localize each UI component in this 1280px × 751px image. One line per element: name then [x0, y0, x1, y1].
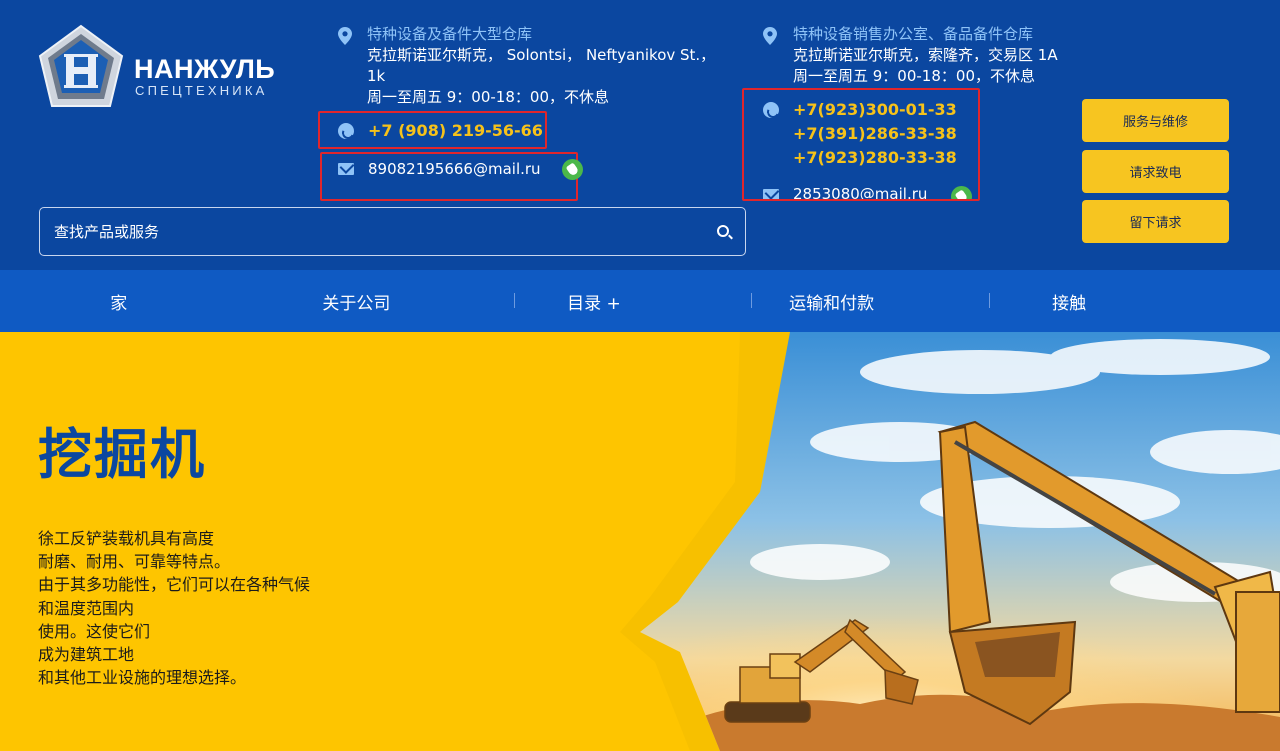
warehouse-address-line1: 克拉斯诺亚尔斯克， Solontsi， Neftyanikov St.， — [367, 46, 716, 64]
search-bar — [39, 207, 746, 256]
sales-office-title: 特种设备销售办公室、备品备件仓库 — [793, 25, 1034, 43]
hero-description: 徐工反铲装载机具有高度 耐磨、耐用、可靠等特点。 由于其多功能性，它们可以在各种… — [38, 527, 368, 689]
mail-icon — [338, 163, 354, 175]
location-pin-icon — [763, 27, 777, 45]
nav-divider — [989, 293, 990, 308]
sales-phone-link-1[interactable]: +7(923)300-01-33 — [793, 98, 957, 122]
sales-phone-link-3[interactable]: +7(923)280-33-38 — [793, 146, 957, 170]
nav-about[interactable]: 关于公司 — [238, 270, 476, 332]
warehouse-hours: 周一至周五 9：00-18：00，不休息 — [367, 88, 609, 106]
sales-email-link[interactable]: 2853080@mail.ru — [793, 185, 927, 199]
sales-office-address: 特种设备销售办公室、备品备件仓库 克拉斯诺亚尔斯克，索隆齐，交易区 1A 周一至… — [793, 24, 1133, 87]
warehouse-title: 特种设备及备件大型仓库 — [367, 25, 533, 43]
hero-description-line: 成为建筑工地 — [38, 645, 135, 665]
main-nav: 家 关于公司 目录 + 运输和付款 接触 — [0, 270, 1280, 332]
logo-name: НАНЖУЛЬ — [134, 54, 276, 84]
mail-icon — [763, 189, 779, 199]
warehouse-address-line2: 1k — [367, 67, 386, 85]
nav-delivery[interactable]: 运输和付款 — [713, 270, 951, 332]
hero-description-line: 由于其多功能性，它们可以在各种气候 — [38, 575, 311, 595]
whatsapp-icon[interactable] — [951, 186, 972, 199]
nav-contacts[interactable]: 接触 — [950, 270, 1188, 332]
phone-icon — [338, 123, 354, 139]
search-icon[interactable] — [717, 225, 729, 237]
nav-divider — [514, 293, 515, 308]
warehouse-phone-link[interactable]: +7 (908) 219-56-66 — [368, 119, 543, 143]
hero-title: 挖掘机 — [38, 423, 206, 486]
leave-request-button[interactable]: 留下请求 — [1082, 200, 1229, 243]
search-input[interactable] — [54, 208, 694, 255]
nav-divider — [751, 293, 752, 308]
logo-badge-icon — [38, 24, 124, 107]
request-callback-button[interactable]: 请求致电 — [1082, 150, 1229, 193]
site-header: НАНЖУЛЬ СПЕЦТЕХНИКА 特种设备及备件大型仓库 克拉斯诺亚尔斯克… — [0, 0, 1280, 270]
hero-description-line: 使用。这使它们 — [38, 621, 151, 641]
sales-office-hours: 周一至周五 9：00-18：00，不休息 — [793, 67, 1035, 85]
hero-description-line: 和其他工业设施的理想选择。 — [38, 668, 247, 688]
phone-icon — [763, 102, 779, 118]
whatsapp-icon[interactable] — [562, 159, 583, 180]
hero-description-line: 徐工反铲装载机具有高度 — [38, 529, 215, 548]
nav-home[interactable]: 家 — [0, 270, 238, 332]
service-repair-button[interactable]: 服务与维修 — [1082, 99, 1229, 142]
sales-office-address-line: 克拉斯诺亚尔斯克，索隆齐，交易区 1A — [793, 46, 1058, 64]
sales-email-row: 2853080@mail.ru — [760, 183, 978, 199]
warehouse-address: 特种设备及备件大型仓库 克拉斯诺亚尔斯克， Solontsi， Neftyani… — [367, 24, 737, 108]
warehouse-email-link[interactable]: 89082195666@mail.ru — [368, 160, 541, 178]
company-logo[interactable]: НАНЖУЛЬ СПЕЦТЕХНИКА — [38, 24, 288, 110]
nav-catalog[interactable]: 目录 + — [475, 270, 713, 332]
hero-description-line: 耐磨、耐用、可靠等特点。 — [38, 552, 231, 572]
location-pin-icon — [338, 27, 352, 45]
logo-subtitle: СПЕЦТЕХНИКА — [135, 83, 268, 98]
hero-banner: 挖掘机 徐工反铲装载机具有高度 耐磨、耐用、可靠等特点。 由于其多功能性，它们可… — [0, 332, 1280, 751]
hero-description-line: 和温度范围内 — [38, 598, 135, 618]
sales-phone-link-2[interactable]: +7(391)286-33-38 — [793, 122, 957, 146]
